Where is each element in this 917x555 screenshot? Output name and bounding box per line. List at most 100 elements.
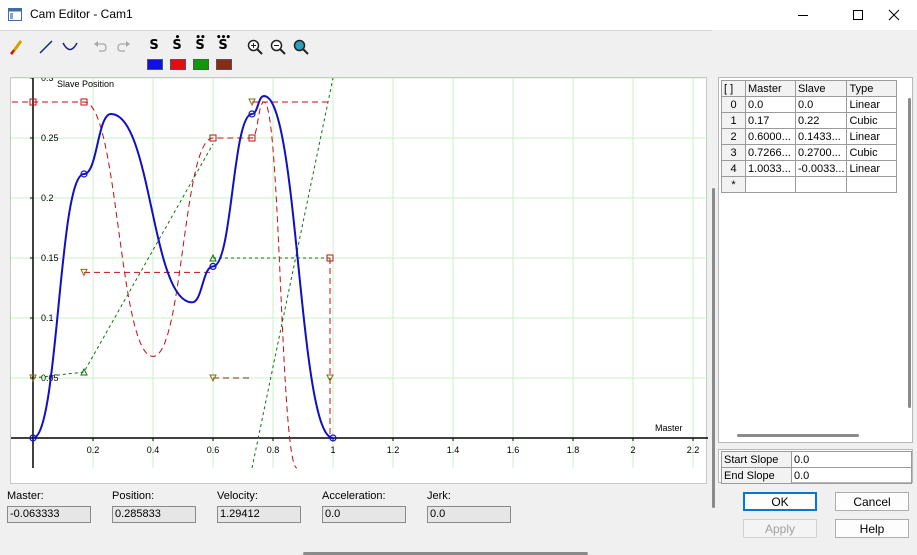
cancel-button[interactable]: Cancel [835, 492, 909, 511]
table-cell-master[interactable]: 0.0 [745, 96, 796, 113]
table-cell-index[interactable]: 3 [721, 144, 746, 161]
line-tool-button[interactable] [37, 36, 55, 58]
close-button[interactable] [871, 0, 917, 30]
acceleration-segment [251, 78, 334, 469]
table-cell-index[interactable]: 0 [721, 96, 746, 113]
minimize-button[interactable] [780, 0, 826, 30]
column-header-slave[interactable]: Slave [794, 80, 848, 97]
table-cell-index[interactable]: 2 [721, 128, 746, 145]
line-icon [39, 40, 53, 54]
velocity-label-status: Velocity: [217, 490, 258, 502]
table-cell-slave[interactable]: 0.1433... [794, 128, 848, 145]
table-row[interactable]: * [721, 176, 898, 193]
x-tick-label: 2 [630, 445, 635, 455]
y-axis-title: Slave Position [57, 79, 114, 89]
cam-plot-svg[interactable]: 0.2 0.4 0.6 0.8 1 1.2 1.4 1.6 1.8 2 2.20.050.10.15… [11, 78, 708, 485]
grid-vertical-scrollbar[interactable] [908, 98, 911, 408]
zoom-out-button[interactable] [268, 36, 288, 58]
apply-button[interactable]: Apply [743, 519, 817, 538]
end-slope-label: End Slope [721, 467, 792, 484]
table-cell-slave[interactable] [794, 176, 848, 193]
x-tick-label: 0.4 [147, 445, 160, 455]
velocity-toggle[interactable]: • S [168, 33, 186, 60]
table-row[interactable]: 3 0.7266... 0.2700... Cubic [721, 144, 898, 161]
x-tick-label: 0.8 [267, 445, 280, 455]
table-row[interactable]: 4 1.0033... -0.0033... Linear [721, 160, 898, 177]
table-cell-master[interactable]: 0.7266... [745, 144, 796, 161]
y-tick-label: 0.3 [41, 78, 54, 83]
y-tick-label: 0.25 [41, 133, 59, 143]
table-cell-master[interactable]: 0.17 [745, 112, 796, 129]
ok-button[interactable]: OK [743, 492, 817, 511]
start-slope-label: Start Slope [721, 451, 792, 468]
table-cell-index[interactable]: * [721, 176, 746, 193]
marker-icon [10, 40, 23, 55]
plot-vertical-scrollbar[interactable] [712, 188, 715, 508]
x-tick-label: 1.2 [387, 445, 400, 455]
acceleration-field: 0.0 [322, 506, 406, 523]
end-slope-field[interactable]: 0.0 [791, 467, 912, 484]
x-tick-label: 0.2 [87, 445, 100, 455]
maximize-icon [853, 10, 863, 20]
master-label: Master: [7, 490, 44, 502]
table-row[interactable]: 2 0.6000... 0.1433... Linear [721, 128, 898, 145]
table-cell-slave[interactable]: -0.0033... [794, 160, 848, 177]
x-axis-title: Master [655, 423, 683, 433]
master-field: -0.063333 [7, 506, 91, 523]
y-tick-label: 0.1 [41, 313, 54, 323]
help-button[interactable]: Help [835, 519, 909, 538]
app-icon [8, 8, 22, 21]
y-tick-label: 0.15 [41, 253, 59, 263]
table-cell-type[interactable]: Cubic [846, 112, 898, 129]
column-header-index[interactable]: [ ] [721, 80, 746, 97]
table-cell-slave[interactable]: 0.2700... [794, 144, 848, 161]
curve-tool-button[interactable] [60, 36, 80, 58]
marker-tool-button[interactable] [8, 36, 26, 58]
acceleration-label-status: Acceleration: [322, 490, 386, 502]
table-cell-type[interactable]: Cubic [846, 144, 898, 161]
title-bar: Cam Editor - Cam1 [0, 0, 917, 30]
cam-plot[interactable]: 0.2 0.4 0.6 0.8 1 1.2 1.4 1.6 1.8 2 2.2 0.05 0.1 0.15… [10, 77, 715, 555]
column-header-type[interactable]: Type [846, 80, 898, 97]
close-icon [888, 9, 900, 21]
start-slope-field[interactable]: 0.0 [791, 451, 912, 468]
table-cell-index[interactable]: 4 [721, 160, 746, 177]
grid-horizontal-scrollbar[interactable] [737, 434, 859, 437]
toolbar-divider [0, 30, 712, 31]
segment-table: [ ] Master Slave Type 0 0.0 0.0 Linear 1 0.17 0.22… [721, 80, 898, 193]
position-label: S [149, 38, 159, 53]
toolbar: S • S •• S ••• S [0, 32, 917, 74]
acceleration-toggle[interactable]: •• S [191, 33, 209, 60]
zoom-fit-button[interactable] [291, 36, 311, 58]
undo-icon [94, 41, 107, 52]
undo-button[interactable] [91, 36, 109, 58]
jerk-toggle[interactable]: ••• S [214, 33, 232, 60]
position-toggle[interactable]: S [145, 38, 163, 60]
segment-grid: [ ] Master Slave Type 0 0.0 0.0 Linear 1 0.17 0.22… [718, 77, 913, 443]
table-cell-type[interactable]: Linear [846, 160, 898, 177]
acceleration-color-swatch[interactable] [193, 59, 209, 70]
jerk-color-swatch[interactable] [216, 59, 232, 70]
zoom-in-button[interactable] [245, 36, 265, 58]
zoom-out-icon [270, 39, 286, 55]
table-cell-type[interactable] [846, 176, 898, 193]
dot-marks: • [174, 33, 181, 43]
table-cell-master[interactable]: 1.0033... [745, 160, 796, 177]
table-cell-master[interactable]: 0.6000... [745, 128, 796, 145]
table-row[interactable]: 1 0.17 0.22 Cubic [721, 112, 898, 129]
table-cell-type[interactable]: Linear [846, 128, 898, 145]
velocity-color-swatch[interactable] [170, 59, 186, 70]
slope-table: Start Slope 0.0 End Slope 0.0 [721, 451, 912, 484]
redo-button[interactable] [115, 36, 133, 58]
table-cell-type[interactable]: Linear [846, 96, 898, 113]
table-row[interactable]: 0 0.0 0.0 Linear [721, 96, 898, 113]
column-header-master[interactable]: Master [745, 80, 796, 97]
table-cell-master[interactable] [745, 176, 796, 193]
slope-panel: Start Slope 0.0 End Slope 0.0 [718, 449, 913, 484]
table-cell-slave[interactable]: 0.0 [794, 96, 848, 113]
position-color-swatch[interactable] [147, 59, 163, 70]
table-cell-index[interactable]: 1 [721, 112, 746, 129]
table-cell-slave[interactable]: 0.22 [794, 112, 848, 129]
jerk-field: 0.0 [427, 506, 511, 523]
dot-marks: •• [195, 33, 206, 43]
